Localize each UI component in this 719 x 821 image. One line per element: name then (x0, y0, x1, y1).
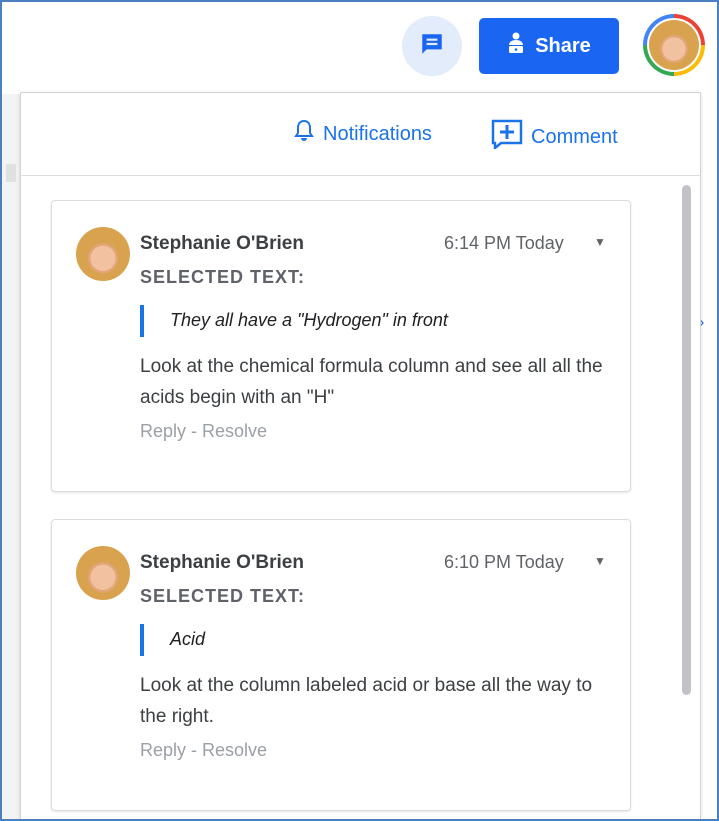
selected-text-quote: They all have a "Hydrogen" in front (170, 310, 448, 330)
side-strip: › (699, 94, 717, 819)
comments-button[interactable] (402, 16, 462, 76)
person-lock-icon (507, 32, 525, 60)
comment-icon (419, 31, 445, 62)
comment-card[interactable]: Stephanie O'Brien 6:10 PM Today ▼ SELECT… (51, 519, 631, 811)
reply-link[interactable]: Reply (140, 740, 186, 760)
resolve-link[interactable]: Resolve (202, 740, 267, 760)
account-avatar-ring-inner (647, 18, 701, 72)
comment-actions: Reply - Resolve (140, 740, 267, 761)
actions-separator: - (186, 421, 203, 441)
comment-body: Look at the column labeled acid or base … (140, 675, 593, 727)
quote-bar (140, 624, 144, 656)
comment-author: Stephanie O'Brien (140, 233, 304, 254)
comment-time: 6:10 PM Today (444, 552, 564, 572)
comments-panel-header: Notifications Comment (21, 93, 700, 176)
resolve-link[interactable]: Resolve (202, 421, 267, 441)
share-button[interactable]: Share (479, 18, 619, 74)
notifications-label: Notifications (323, 122, 432, 145)
avatar (76, 546, 130, 600)
comment-author: Stephanie O'Brien (140, 552, 304, 573)
selected-text-label: SELECTED TEXT: (140, 267, 306, 287)
bell-icon (293, 119, 315, 149)
comment-label: Comment (531, 125, 618, 148)
notifications-button[interactable]: Notifications (293, 119, 432, 149)
caret-down-icon[interactable]: ▼ (594, 554, 606, 568)
account-avatar[interactable] (643, 14, 705, 76)
top-bar: Share (2, 2, 717, 92)
avatar (76, 227, 130, 281)
app-frame: Share › Notifications Comment Stephanie … (0, 0, 719, 821)
actions-separator: - (186, 740, 203, 760)
selected-text-label: SELECTED TEXT: (140, 586, 306, 606)
comment-time: 6:14 PM Today (444, 233, 564, 253)
comment-card[interactable]: Stephanie O'Brien 6:14 PM Today ▼ SELECT… (51, 200, 631, 492)
selected-text-quote: Acid (170, 629, 206, 649)
share-button-label: Share (535, 34, 591, 57)
document-background (2, 94, 20, 819)
quote-bar (140, 305, 144, 337)
comments-panel: Notifications Comment Stephanie O'Brien … (20, 92, 701, 819)
comment-body: Look at the chemical formula column and … (140, 356, 603, 408)
add-comment-icon (491, 119, 523, 155)
comment-actions: Reply - Resolve (140, 421, 267, 442)
panel-scrollbar[interactable] (682, 185, 691, 695)
ruler-mark (6, 164, 16, 182)
caret-down-icon[interactable]: ▼ (594, 235, 606, 249)
reply-link[interactable]: Reply (140, 421, 186, 441)
add-comment-button[interactable]: Comment (491, 119, 618, 155)
account-avatar-photo (649, 20, 699, 70)
